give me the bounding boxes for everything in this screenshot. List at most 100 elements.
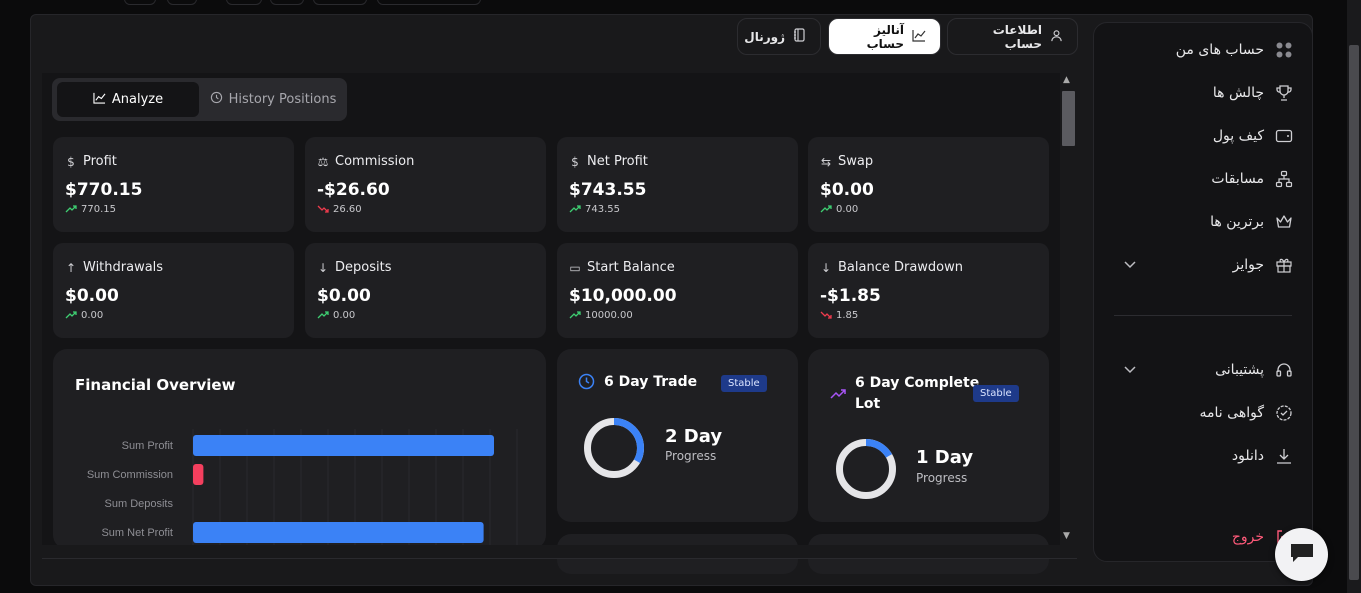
subtab-label: Analyze: [111, 92, 164, 107]
user-icon: [1050, 29, 1063, 45]
crown-icon: [1274, 212, 1294, 232]
stat-card: ↓ Balance Drawdown -$1.85 1.85: [808, 243, 1049, 338]
sidebar-item-label: دانلود: [1231, 448, 1264, 464]
trade-days-panel: 6 Day Trade Stable 2 Day Progress: [557, 349, 798, 522]
stat-label-text: Balance Drawdown: [838, 260, 964, 275]
stat-label: ⇆ Swap: [820, 154, 873, 169]
sidebar-item-label: حساب های من: [1175, 42, 1264, 58]
lot-days-donut: [836, 439, 896, 499]
stat-sub: 1.85: [820, 309, 858, 322]
stat-label: ▭ Start Balance: [569, 260, 674, 275]
scale-icon: ⚖: [317, 154, 329, 169]
sidebar-item-download[interactable]: دانلود: [1232, 444, 1294, 468]
content-scrollbar[interactable]: ▲ ▼: [1060, 73, 1077, 545]
stat-sub-value: 0.00: [333, 310, 356, 321]
sidebar-item-certificate[interactable]: گواهی نامه: [1200, 401, 1294, 425]
sidebar-item-support[interactable]: پشتیبانی: [1114, 358, 1294, 382]
logout-label: خروج: [1231, 529, 1264, 545]
financial-overview-chart: Sum Profit Sum Commission Sum Deposits Sum …: [87, 429, 518, 549]
gift-icon: [1274, 255, 1294, 275]
scroll-up-icon[interactable]: ▲: [1063, 75, 1070, 85]
tab-journal[interactable]: ژورنال: [737, 18, 821, 55]
history-icon: [210, 91, 223, 108]
sidebar-item-competitions[interactable]: مسابقات: [1211, 167, 1294, 191]
trend-up-icon: [830, 385, 847, 404]
chart-bar[interactable]: [193, 464, 204, 485]
network-icon: [1274, 169, 1294, 189]
chart-bar[interactable]: [193, 522, 484, 543]
subtab-analyze[interactable]: Analyze: [57, 82, 199, 117]
sidebar-item-leaderboard[interactable]: برترین ها: [1210, 210, 1294, 234]
trophy-icon: [1274, 83, 1294, 103]
stat-label: ⚖ Commission: [317, 154, 415, 169]
stat-sub-value: 26.60: [333, 204, 362, 215]
sidebar-divider: [1114, 315, 1292, 316]
stat-sub: 0.00: [65, 309, 103, 322]
stat-card: $ Net Profit $743.55 743.55: [557, 137, 798, 232]
stat-sub-value: 10000.00: [585, 310, 633, 321]
top-pill[interactable]: [124, 0, 156, 5]
chart-bar[interactable]: [193, 435, 494, 456]
top-pill[interactable]: [167, 0, 197, 5]
trend-up-icon: [569, 203, 581, 216]
status-badge: Stable: [973, 385, 1019, 402]
dollar-icon: $: [67, 154, 75, 169]
sidebar-item-my-accounts[interactable]: حساب های من: [1176, 38, 1294, 62]
trade-days-caption: Progress: [665, 449, 717, 463]
lot-days-panel: 6 Day Complete Lot Stable 1 Day Progress: [808, 349, 1049, 522]
sidebar-item-challenges[interactable]: چالش ها: [1213, 81, 1294, 105]
stat-sub-value: 1.85: [836, 310, 859, 321]
sidebar-item-label: کیف پول: [1212, 128, 1264, 144]
top-pill[interactable]: [377, 0, 481, 5]
stat-value: -$1.85: [820, 286, 881, 306]
stat-card: ⚖ Commission -$26.60 26.60: [305, 137, 546, 232]
stat-label: ↓ Deposits: [317, 260, 392, 275]
trade-days-donut: [584, 418, 644, 478]
trend-up-icon: [65, 309, 77, 322]
stat-value: $0.00: [820, 180, 874, 200]
subtab-label: History Positions: [228, 92, 337, 107]
clock-icon: [578, 373, 595, 394]
arrow-up-icon: ↑: [65, 260, 77, 275]
stat-label: ↑ Withdrawals: [65, 260, 163, 275]
top-pill[interactable]: [270, 0, 304, 5]
stat-value: -$26.60: [317, 180, 390, 200]
top-pill[interactable]: [313, 0, 367, 5]
chat-icon: [1289, 542, 1315, 568]
scroll-down-icon[interactable]: ▼: [1063, 531, 1070, 541]
scrollbar-thumb[interactable]: [1062, 91, 1075, 146]
chart-icon: [93, 92, 106, 108]
sidebar-item-prizes[interactable]: جوایز: [1114, 253, 1294, 277]
page-scrollbar-thumb[interactable]: [1349, 45, 1359, 580]
trend-up-icon: [65, 203, 77, 216]
sidebar-item-label: پشتیبانی: [1215, 362, 1264, 378]
tab-account-info[interactable]: اطلاعات حساب: [947, 18, 1078, 55]
lot-days-title-line2: Lot: [855, 396, 881, 412]
subtab-history-positions[interactable]: History Positions: [204, 82, 342, 117]
stat-label-text: Withdrawals: [83, 260, 164, 275]
stat-card: ↓ Deposits $0.00 0.00: [305, 243, 546, 338]
stat-sub-value: 0.00: [81, 310, 104, 321]
sidebar-item-wallet[interactable]: کیف پول: [1213, 124, 1294, 148]
top-pill[interactable]: [226, 0, 262, 5]
page-scrollbar[interactable]: [1347, 0, 1361, 593]
stat-sub: 26.60: [317, 203, 362, 216]
stat-label-text: Net Profit: [587, 154, 648, 169]
trend-up-icon: [317, 309, 329, 322]
chart-category-label: Sum Commission: [87, 469, 173, 481]
stat-value: $0.00: [317, 286, 371, 306]
chevron-down-icon[interactable]: [1124, 258, 1136, 272]
stat-value: $743.55: [569, 180, 647, 200]
chat-button[interactable]: [1275, 528, 1328, 581]
sidebar-item-label: جوایز: [1232, 257, 1264, 273]
sidebar: حساب های من چالش ها کیف پول مسابقات برتر…: [1093, 22, 1313, 562]
tab-account-analysis[interactable]: آنالیز حساب: [828, 18, 941, 55]
stat-sub-value: 743.55: [585, 204, 620, 215]
stat-sub: 743.55: [569, 203, 620, 216]
lot-days-caption: Progress: [916, 471, 968, 485]
chevron-down-icon[interactable]: [1124, 363, 1136, 377]
sidebar-item-label: گواهی نامه: [1199, 405, 1264, 421]
stat-label: $ Net Profit: [569, 154, 648, 169]
trend-down-icon: [317, 203, 329, 216]
dollar-icon: $: [571, 154, 579, 169]
